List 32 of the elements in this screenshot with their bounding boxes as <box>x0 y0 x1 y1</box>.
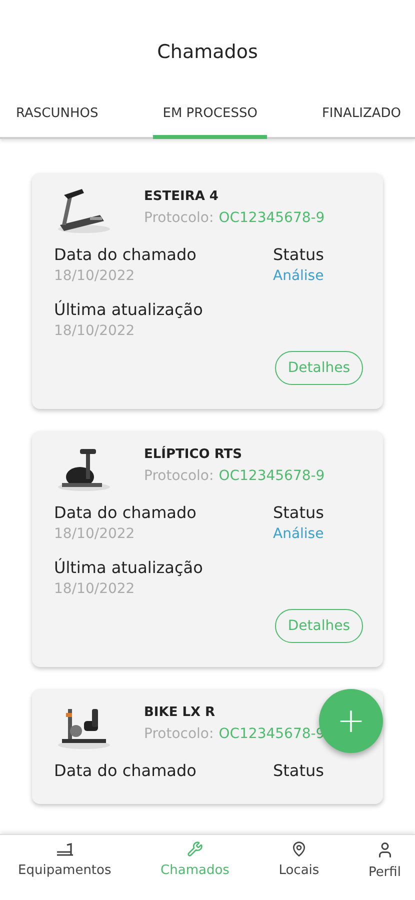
protocol-label: Protocolo: <box>144 726 214 742</box>
nav-item[interactable]: Equipamentos <box>18 841 112 900</box>
tab[interactable]: RASCUNHOS <box>6 90 108 139</box>
nav-item[interactable]: Locais <box>278 841 320 900</box>
equipment-name: BIKE LX R <box>144 705 216 720</box>
protocol-number: OC12345678-9 <box>218 210 325 226</box>
date-value: 18/10/2022 <box>54 323 136 339</box>
tab[interactable]: EM PROCESSO <box>152 90 268 139</box>
field-label: Data do chamado <box>54 503 198 522</box>
protocol-number: OC12345678-9 <box>218 468 325 484</box>
nav-item[interactable]: Perfil <box>368 841 401 900</box>
field-label: Status <box>273 245 325 264</box>
wrench-icon <box>186 841 203 857</box>
protocol-label: Protocolo: <box>144 468 214 484</box>
page-title: Chamados <box>157 41 258 63</box>
treadmill-icon <box>54 841 75 857</box>
equipment-name: ESTEIRA 4 <box>144 189 220 204</box>
field-label: Status <box>273 761 325 780</box>
tab[interactable]: FINALIZADO <box>312 90 411 139</box>
field-label: Status <box>273 503 325 522</box>
field-label: Última atualização <box>54 558 204 577</box>
equipment-name: ELÍPTICO RTS <box>144 447 244 462</box>
date-value: 18/10/2022 <box>54 268 136 284</box>
status-value: Análise <box>273 526 325 542</box>
protocol-label: Protocolo: <box>144 210 214 226</box>
date-value: 18/10/2022 <box>54 526 136 542</box>
map-pin-icon <box>290 841 307 857</box>
field-label: Data do chamado <box>54 761 198 780</box>
status-value: Análise <box>273 268 325 284</box>
date-value: 18/10/2022 <box>54 581 136 597</box>
field-label: Última atualização <box>54 300 204 319</box>
field-label: Data do chamado <box>54 245 198 264</box>
